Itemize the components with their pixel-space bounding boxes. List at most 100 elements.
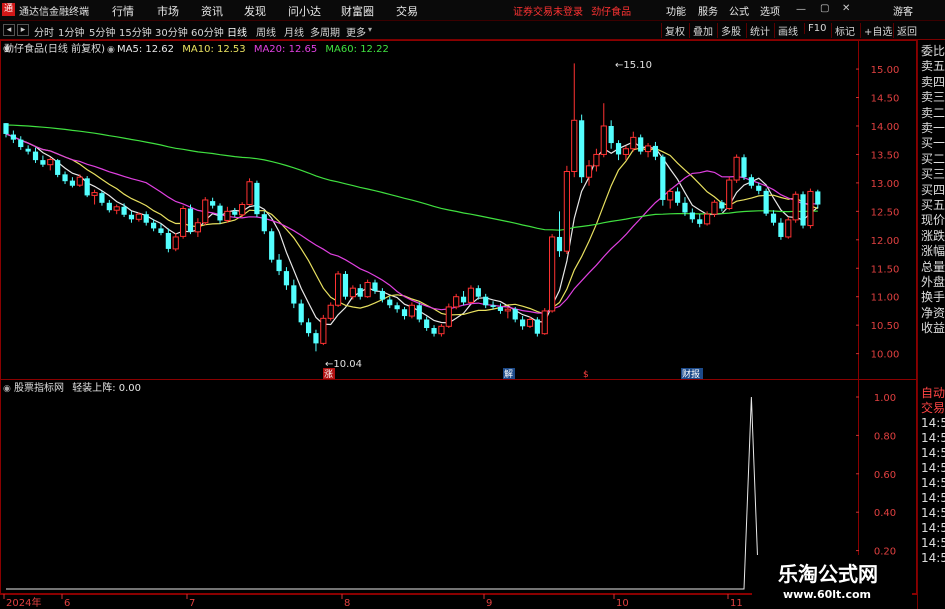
menu-wealth-circle[interactable]: 财富圈 xyxy=(341,3,374,19)
menu-formula[interactable]: 公式 xyxy=(729,3,749,18)
trade-time: 14:50 xyxy=(921,416,945,430)
tool-f10[interactable]: F10 xyxy=(804,23,826,34)
period-toolbar: ◂ ▸ 分时 1分钟 5分钟 15分钟 30分钟 60分钟 日线 周线 月线 多… xyxy=(0,21,945,40)
period-1min[interactable]: 1分钟 xyxy=(58,24,84,39)
prev-arrow-icon[interactable]: ◂ xyxy=(3,24,15,36)
menu-functions[interactable]: 功能 xyxy=(666,3,686,18)
candle-body xyxy=(84,178,90,196)
candle-body xyxy=(320,317,327,344)
indicator-tick-label: 0.40 xyxy=(874,508,896,519)
quote-field: 买二 xyxy=(921,151,945,166)
watermark-url: www.60lt.com xyxy=(783,588,872,601)
price-tick-label: 12.00 xyxy=(871,236,900,247)
ma5-line xyxy=(5,133,819,326)
indicator-value: 0.00 xyxy=(119,383,141,394)
candle-body xyxy=(711,201,718,215)
menu-discover[interactable]: 发现 xyxy=(244,3,266,19)
kline-chart[interactable]: ◉ 劲仔食品(日线 前复权) ◉ MA5: 12.62 MA10: 12.53 … xyxy=(0,40,917,609)
candle-body xyxy=(534,319,540,334)
menu-options[interactable]: 选项 xyxy=(760,3,780,18)
watermark-title: 乐淘公式网 xyxy=(778,562,878,586)
login-status: 证券交易未登录 劲仔食品 xyxy=(513,3,631,18)
candle-body xyxy=(143,214,149,223)
quote-field: 买三 xyxy=(921,167,945,182)
candle-body xyxy=(76,176,83,186)
period-multi[interactable]: 多周期 xyxy=(310,24,340,39)
menu-service[interactable]: 服务 xyxy=(698,3,718,18)
menu-trade[interactable]: 交易 xyxy=(396,3,418,19)
tool-adjust[interactable]: 复权 xyxy=(661,23,685,38)
period-weekly[interactable]: 周线 xyxy=(256,24,276,39)
restore-icon[interactable]: ▢ xyxy=(820,3,829,14)
tool-multi-stock[interactable]: 多股 xyxy=(717,23,741,38)
tool-back[interactable]: 返回 xyxy=(893,23,917,38)
tool-statistics[interactable]: 统计 xyxy=(746,23,770,38)
logo-icon[interactable]: 通 xyxy=(2,3,15,16)
price-tick-label: 14.00 xyxy=(871,122,900,133)
menu-market[interactable]: 市场 xyxy=(157,3,179,19)
indicator-tick-label: 0.60 xyxy=(874,470,896,481)
minimize-icon[interactable]: — xyxy=(796,4,806,15)
tool-draw-line[interactable]: 画线 xyxy=(774,23,798,38)
close-icon[interactable]: ✕ xyxy=(842,3,850,14)
price-tick-label: 14.50 xyxy=(871,94,900,105)
tool-add-favorite[interactable]: +自选 xyxy=(860,23,892,38)
candle-body xyxy=(342,273,349,297)
candle-body xyxy=(254,182,260,215)
candle-body xyxy=(800,194,806,226)
quote-field: 卖二 xyxy=(921,105,945,120)
period-15min[interactable]: 15分钟 xyxy=(119,24,152,39)
candle-body xyxy=(453,296,460,308)
period-30min[interactable]: 30分钟 xyxy=(155,24,188,39)
period-60min[interactable]: 60分钟 xyxy=(191,24,224,39)
candle-body xyxy=(32,151,39,161)
menu-ask-xiaoda[interactable]: 问小达 xyxy=(288,3,321,19)
guest-user[interactable]: 游客 xyxy=(893,3,913,18)
candle-body xyxy=(689,212,695,220)
candle-body xyxy=(431,328,437,334)
price-tick-label: 11.50 xyxy=(871,264,900,275)
event-tag-dividend[interactable]: $ xyxy=(583,370,589,380)
period-more[interactable]: 更多 xyxy=(346,24,366,39)
candle-body xyxy=(638,137,644,152)
candle-body xyxy=(151,222,157,229)
menu-quotes[interactable]: 行情 xyxy=(112,3,134,19)
ma5-name: MA5 xyxy=(117,44,139,55)
period-daily[interactable]: 日线 xyxy=(227,24,247,39)
auto-trade-label: 交易 xyxy=(921,401,945,415)
quote-field: 涨幅 xyxy=(921,244,945,259)
indicator-settings-icon[interactable]: ◉ xyxy=(3,384,11,394)
trade-time: 14:50 xyxy=(921,461,945,475)
quote-field: 净资 xyxy=(921,305,945,320)
quote-field: 现价 xyxy=(921,213,945,228)
period-monthly[interactable]: 月线 xyxy=(284,24,304,39)
high-price-label: ←15.10 xyxy=(615,60,652,71)
ma5-value: 12.62 xyxy=(145,44,174,55)
tool-overlay[interactable]: 叠加 xyxy=(689,23,713,38)
trade-time: 14:50 xyxy=(921,551,945,565)
price-tick-label: 10.00 xyxy=(871,350,900,361)
candle-body xyxy=(460,296,467,303)
trade-time: 14:50 xyxy=(921,506,945,520)
ma20-name: MA20 xyxy=(254,44,282,55)
next-arrow-icon[interactable]: ▸ xyxy=(17,24,29,36)
ma-toggle-icon[interactable]: ◉ xyxy=(107,45,115,55)
trade-time: 14:50 xyxy=(921,521,945,535)
candle-body xyxy=(608,125,614,144)
period-timeshare[interactable]: 分时 xyxy=(34,24,54,39)
candle-body xyxy=(778,222,784,237)
tool-mark[interactable]: 标记 xyxy=(831,23,855,38)
candle-body xyxy=(40,160,46,165)
quote-field: 委比 xyxy=(921,44,945,58)
candle-body xyxy=(704,213,711,225)
candle-body xyxy=(416,305,422,320)
more-chevron-icon[interactable]: ▾ xyxy=(368,25,372,34)
candle-body xyxy=(217,205,223,221)
candle-body xyxy=(748,177,754,186)
candle-body xyxy=(615,143,622,155)
menu-news[interactable]: 资讯 xyxy=(201,3,223,19)
candle-body xyxy=(549,236,556,312)
period-5min[interactable]: 5分钟 xyxy=(89,24,115,39)
candle-body xyxy=(305,322,312,334)
candle-body xyxy=(106,202,112,211)
